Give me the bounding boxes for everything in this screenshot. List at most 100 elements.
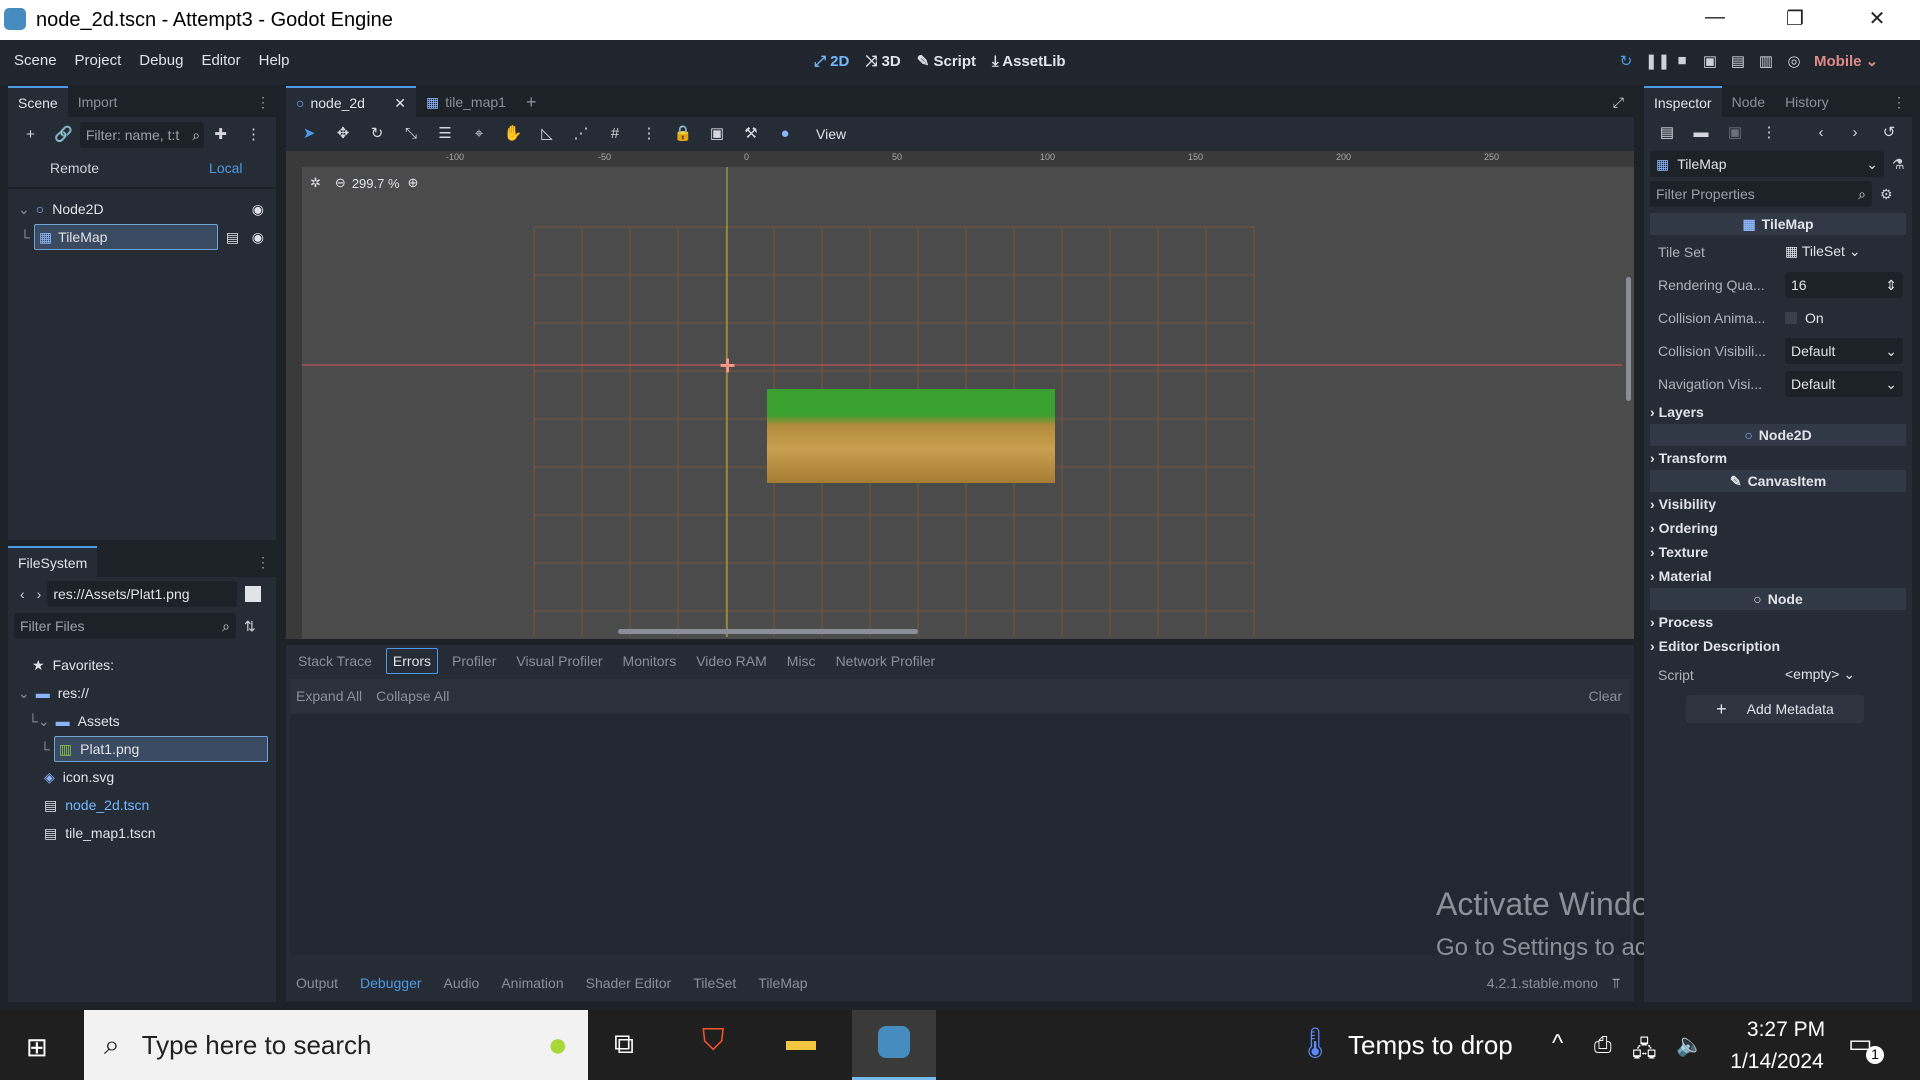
layout-toggle-icon[interactable]: [245, 586, 262, 602]
edit-object-icon[interactable]: ⚗: [1892, 156, 1905, 173]
dbg-tab-monitors[interactable]: Monitors: [617, 649, 683, 673]
menu-dots-icon[interactable]: ⋮: [243, 124, 264, 146]
btm-tab-debugger[interactable]: Debugger: [360, 975, 422, 991]
move-tool-icon[interactable]: ✥: [332, 123, 354, 145]
canvas-viewport[interactable]: -100 -50 0 50 100 150 200 250 ✛ ✲ ⊖ 299.…: [286, 151, 1634, 639]
group-icon[interactable]: ▣: [706, 123, 728, 145]
object-history-icon[interactable]: ↺: [1878, 122, 1900, 144]
task-view-icon[interactable]: ⧉: [614, 1028, 634, 1061]
back-icon[interactable]: ‹: [20, 586, 25, 602]
section-transform[interactable]: › Transform: [1650, 446, 1906, 470]
tab-history[interactable]: History: [1775, 87, 1839, 117]
more-icon[interactable]: ⋮: [256, 94, 270, 111]
tab-node2d[interactable]: ○ node_2d ✕: [286, 85, 416, 119]
snap-options-icon[interactable]: ⋮: [638, 123, 660, 145]
section-process[interactable]: › Process: [1650, 610, 1906, 634]
visibility-eye-icon[interactable]: ◉: [252, 201, 264, 218]
attach-script-icon[interactable]: ✚: [210, 124, 231, 146]
rendering-quadrant-input[interactable]: 16 ⇕: [1785, 271, 1903, 298]
btm-tab-output[interactable]: Output: [296, 975, 338, 991]
grid-snap-icon[interactable]: #: [604, 123, 626, 145]
tab-filesystem[interactable]: FileSystem: [8, 546, 98, 578]
inspector-more-icon[interactable]: ⋮: [1892, 94, 1906, 111]
file-explorer-icon[interactable]: ▬: [786, 1024, 816, 1058]
dbg-tab-misc[interactable]: Misc: [781, 649, 822, 673]
view-menu[interactable]: View: [816, 126, 846, 142]
meet-now-icon[interactable]: ⎙: [1594, 1032, 1612, 1058]
zoom-out-icon[interactable]: ⊖: [335, 175, 346, 191]
selectable-list-icon[interactable]: ☰: [434, 123, 456, 145]
inspector-menu-icon[interactable]: ⋮: [1758, 122, 1780, 144]
reload-icon[interactable]: ↻: [1617, 52, 1635, 70]
add-metadata-button[interactable]: + Add Metadata: [1686, 695, 1864, 723]
fs-assets-folder[interactable]: └⌄ ▬ Assets: [8, 707, 276, 735]
btm-tab-audio[interactable]: Audio: [444, 975, 480, 991]
clear-button[interactable]: Clear: [1589, 688, 1622, 704]
mode-script-button[interactable]: ✎ Script: [917, 52, 976, 70]
smart-snap-icon[interactable]: ⋰: [570, 123, 592, 145]
pivot-tool-icon[interactable]: ⌖: [468, 123, 490, 145]
windows-start-icon[interactable]: ⊞: [26, 1032, 48, 1063]
scene-instance-icon[interactable]: ▤: [226, 229, 239, 246]
history-forward-icon[interactable]: ›: [1844, 122, 1866, 144]
object-selector[interactable]: ▦ TileMap ⌄: [1650, 151, 1884, 177]
forward-icon[interactable]: ›: [37, 586, 42, 602]
tree-node2d[interactable]: ⌄ ○ Node2D ◉: [8, 195, 276, 223]
scene-filter-input[interactable]: Filter: name, t:t ⌕: [79, 122, 205, 148]
expand-all-button[interactable]: Expand All: [296, 688, 362, 704]
open-resource-icon[interactable]: ▬: [1690, 122, 1712, 144]
fs-tilemap1-tscn[interactable]: ▤ tile_map1.tscn: [8, 819, 276, 847]
new-resource-icon[interactable]: ▤: [1656, 122, 1678, 144]
play-scene-icon[interactable]: ▤: [1729, 52, 1747, 70]
tileset-value[interactable]: ▦ TileSet ⌄: [1785, 243, 1861, 260]
pin-panel-icon[interactable]: ⫪: [1612, 975, 1620, 992]
tab-tilemap1[interactable]: ▦ tile_map1: [416, 87, 516, 118]
btm-tab-shader-editor[interactable]: Shader Editor: [586, 975, 672, 991]
tilemap-paint-icon[interactable]: ●: [774, 123, 796, 145]
select-tool-icon[interactable]: ➤: [298, 123, 320, 145]
pan-tool-icon[interactable]: ✋: [502, 123, 524, 145]
movie-maker-icon[interactable]: ◎: [1785, 52, 1803, 70]
tilemap-visibility-icon[interactable]: ◉: [252, 229, 264, 246]
navigation-visibility-select[interactable]: Default ⌄: [1785, 370, 1903, 397]
mode-assetlib-button[interactable]: ⤓ AssetLib: [992, 53, 1066, 70]
tab-scene[interactable]: Scene: [8, 86, 68, 118]
section-visibility[interactable]: › Visibility: [1650, 492, 1906, 516]
lock-icon[interactable]: 🔒: [672, 123, 694, 145]
ruler-tool-icon[interactable]: ◺: [536, 123, 558, 145]
section-layers[interactable]: › Layers: [1650, 400, 1906, 424]
tab-close-icon[interactable]: ✕: [394, 95, 406, 112]
fs-res-root[interactable]: ⌄ ▬ res://: [8, 679, 276, 707]
dbg-tab-errors[interactable]: Errors: [385, 648, 439, 674]
sort-icon[interactable]: ⇅: [244, 618, 256, 635]
brave-browser-icon[interactable]: ⛉: [702, 1024, 725, 1058]
play-custom-icon[interactable]: ▥: [1757, 52, 1775, 70]
show-hidden-icons-icon[interactable]: ^: [1552, 1030, 1563, 1058]
menu-project[interactable]: Project: [75, 52, 122, 69]
stop-icon[interactable]: ■: [1673, 52, 1691, 70]
fs-more-icon[interactable]: ⋮: [256, 554, 270, 571]
dbg-tab-network-profiler[interactable]: Network Profiler: [830, 649, 942, 673]
restore-button[interactable]: ❐: [1770, 6, 1820, 31]
volume-icon[interactable]: 🔈: [1676, 1032, 1703, 1058]
network-icon[interactable]: 🖧: [1632, 1032, 1657, 1070]
dbg-tab-profiler[interactable]: Profiler: [446, 649, 502, 673]
collision-anim-checkbox[interactable]: [1785, 311, 1797, 324]
clock-time[interactable]: 3:27 PM: [1736, 1018, 1836, 1042]
btm-tab-tileset[interactable]: TileSet: [693, 975, 736, 991]
menu-help[interactable]: Help: [259, 52, 290, 69]
btm-tab-animation[interactable]: Animation: [501, 975, 563, 991]
zoom-level[interactable]: 299.7 %: [352, 176, 400, 191]
zoom-in-icon[interactable]: ⊕: [408, 175, 419, 191]
close-button[interactable]: ✕: [1852, 6, 1902, 31]
dbg-tab-visual-profiler[interactable]: Visual Profiler: [510, 649, 608, 673]
property-settings-icon[interactable]: ⚙: [1880, 186, 1893, 203]
clock-date[interactable]: 1/14/2024: [1722, 1050, 1832, 1074]
btm-tab-tilemap[interactable]: TileMap: [758, 975, 807, 991]
link-icon[interactable]: 🔗: [53, 124, 74, 146]
fs-path-input[interactable]: res://Assets/Plat1.png: [47, 581, 238, 607]
tab-inspector[interactable]: Inspector: [1644, 86, 1722, 118]
collapse-all-button[interactable]: Collapse All: [376, 688, 449, 704]
distraction-free-icon[interactable]: ⤢: [1613, 94, 1624, 111]
godot-taskbar-button[interactable]: [852, 1010, 936, 1080]
